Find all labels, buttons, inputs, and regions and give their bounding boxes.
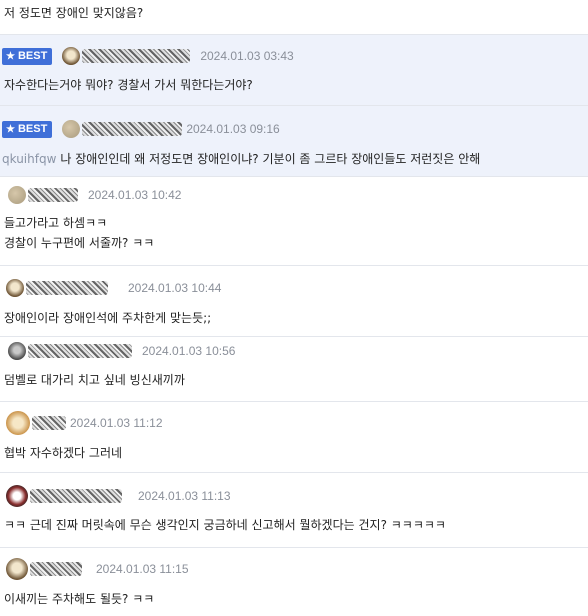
comment-date: 2024.01.03 11:12 xyxy=(70,416,163,430)
comment-item-best: ★ BEST 2024.01.03 09:16 qkuihfqw 나 장애인인데 왜… xyxy=(0,106,588,176)
comment-date: 2024.01.03 11:13 xyxy=(138,489,231,503)
comment-text: 덤벨로 대가리 치고 싶네 빙신새끼까 xyxy=(4,373,185,387)
comment-text: 자수한다는거야 뭐야? 경찰서 가서 뭐한다는거야? xyxy=(4,78,253,92)
comment-item: 2024.01.03 10:56 덤벨로 대가리 치고 싶네 빙신새끼까 xyxy=(0,337,588,401)
comment-item: 2024.01.03 10:44 장애인이라 장애인석에 주차한게 맞는듯;; xyxy=(0,266,588,336)
comment-date: 2024.01.03 10:44 xyxy=(128,281,222,295)
comment-item-best: ★ BEST 2024.01.03 03:43 자수한다는거야 뭐야? 경찰서 가… xyxy=(0,35,588,105)
masked-nickname[interactable] xyxy=(30,489,122,503)
star-icon: ★ xyxy=(6,50,15,62)
avatar[interactable] xyxy=(8,186,26,204)
star-icon: ★ xyxy=(6,123,15,135)
comment-text: qkuihfqw 나 장애인인데 왜 저정도면 장애인이냐? 기분이 좀 그르타 … xyxy=(2,152,481,166)
comment-item: 2024.01.03 11:15 이새끼는 주차해도 될듯? ㅋㅋ xyxy=(0,548,588,616)
comment-text: 협박 자수하겠다 그러네 xyxy=(4,446,123,460)
comment-item: 2024.01.03 10:42 들고가라고 하셈ㅋㅋ 경찰이 누구편에 서줄까… xyxy=(0,177,588,265)
avatar[interactable] xyxy=(62,120,81,138)
comment-text: 저 정도면 장애인 맞지않음? xyxy=(4,6,144,20)
comment-date: 2024.01.03 09:16 xyxy=(186,122,280,136)
comment-date: 2024.01.03 10:42 xyxy=(88,188,182,202)
avatar[interactable] xyxy=(6,558,28,580)
comment-text: ㅋㅋ 근데 진짜 머릿속에 무슨 생각인지 궁금하네 신고해서 뭘하겠다는 건지… xyxy=(4,518,446,532)
best-badge: ★ BEST xyxy=(2,120,53,138)
masked-nickname[interactable] xyxy=(26,281,108,295)
comment-text: 이새끼는 주차해도 될듯? ㅋㅋ xyxy=(4,592,155,606)
avatar[interactable] xyxy=(8,342,26,360)
masked-nickname[interactable] xyxy=(30,562,82,576)
avatar[interactable] xyxy=(6,411,30,435)
masked-nickname[interactable] xyxy=(82,122,183,136)
comment-item: 2024.01.03 11:12 협박 자수하겠다 그러네 xyxy=(0,402,588,472)
masked-nickname[interactable] xyxy=(28,344,132,358)
masked-nickname[interactable] xyxy=(32,416,66,430)
avatar[interactable] xyxy=(6,485,28,507)
comment-date: 2024.01.03 11:15 xyxy=(96,562,189,576)
masked-nickname[interactable] xyxy=(28,188,78,202)
masked-nickname[interactable] xyxy=(82,49,191,63)
quoted-user[interactable]: qkuihfqw xyxy=(2,152,56,166)
avatar[interactable] xyxy=(6,279,24,297)
comment-date: 2024.01.03 10:56 xyxy=(142,344,236,358)
comment-text: 경찰이 누구편에 서줄까? ㅋㅋ xyxy=(4,236,155,250)
avatar[interactable] xyxy=(62,47,81,65)
best-badge: ★ BEST xyxy=(2,47,53,65)
comment-list: 저 정도면 장애인 맞지않음? ★ BEST 2024.01.03 03:43 자… xyxy=(0,0,588,616)
comment-text: 장애인이라 장애인석에 주차한게 맞는듯;; xyxy=(4,311,212,325)
comment-item: 2024.01.03 11:13 ㅋㅋ 근데 진짜 머릿속에 무슨 생각인지 궁… xyxy=(0,473,588,547)
comment-date: 2024.01.03 03:43 xyxy=(200,49,294,63)
comment-text: 들고가라고 하셈ㅋㅋ xyxy=(4,216,108,230)
comment-item: 저 정도면 장애인 맞지않음? xyxy=(0,0,588,34)
